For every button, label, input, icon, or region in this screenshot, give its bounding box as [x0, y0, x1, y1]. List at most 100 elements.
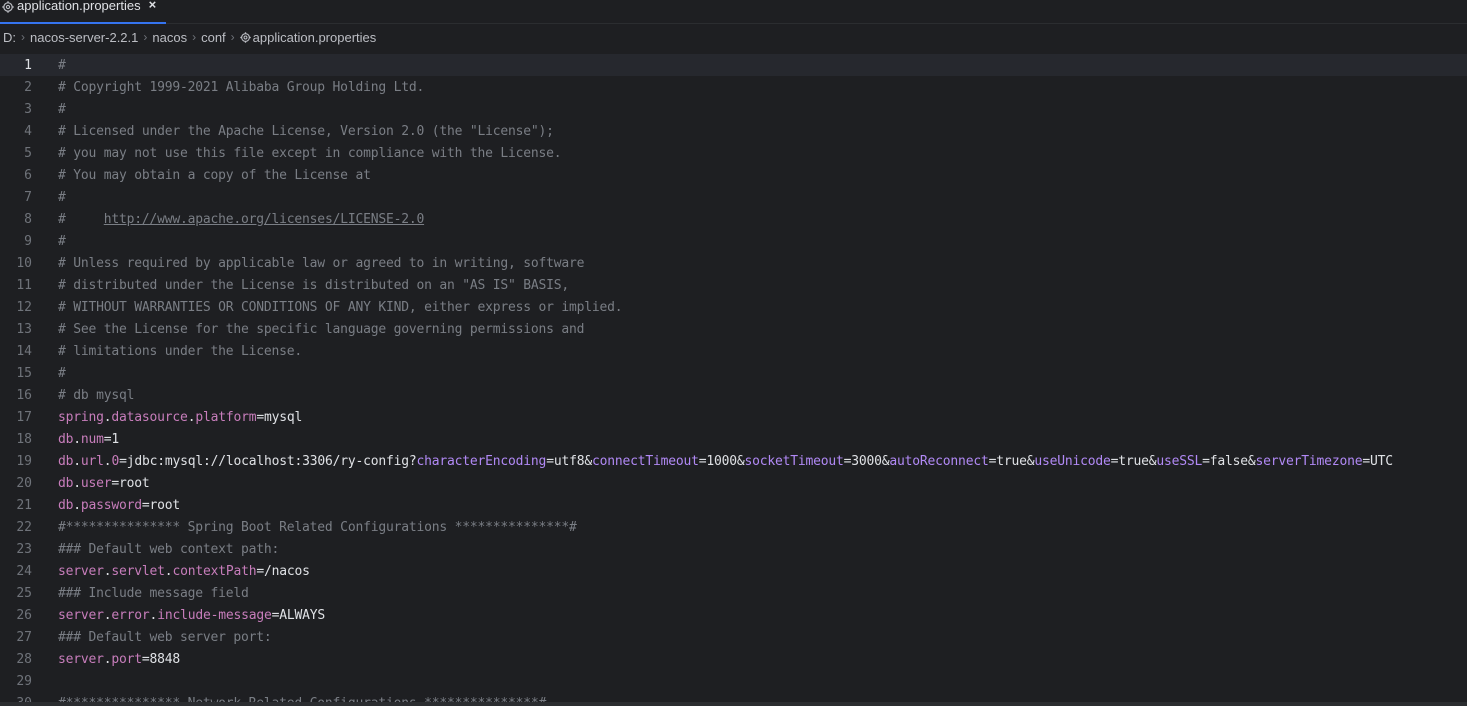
code-token: server: [58, 607, 104, 623]
line-content: # limitations under the License.: [58, 344, 302, 359]
code-token: ### Include message field: [58, 585, 249, 601]
line-content: server.servlet.contextPath=/nacos: [58, 564, 310, 579]
code-line[interactable]: 7 #: [0, 186, 1467, 208]
line-number: 9: [24, 233, 32, 249]
license-link[interactable]: http://www.apache.org/licenses/LICENSE-2…: [104, 212, 425, 227]
code-token: =1: [103, 431, 120, 447]
line-number: 16: [16, 387, 32, 403]
code-token: platform: [195, 409, 257, 425]
code-line[interactable]: 8 # http://www.apache.org/licenses/LICENS…: [0, 208, 1467, 230]
code-line[interactable]: 27 ### Default web server port:: [0, 626, 1467, 648]
code-token: # Unless required by applicable law or a…: [58, 255, 585, 271]
code-token: =mysql: [256, 409, 303, 425]
code-token: =true&: [988, 453, 1035, 469]
breadcrumb-item-file[interactable]: application.properties: [237, 30, 380, 45]
chevron-right-icon: ›: [230, 30, 235, 44]
line-number: 19: [16, 453, 32, 469]
line-number: 2: [24, 79, 32, 95]
code-token: =utf8&: [546, 453, 592, 469]
line-content: # WITHOUT WARRANTIES OR CONDITIONS OF AN…: [58, 300, 623, 315]
line-content: ### Default web server port:: [58, 630, 272, 645]
code-line[interactable]: 4 # Licensed under the Apache License, Ve…: [0, 120, 1467, 142]
code-line[interactable]: 24 server.servlet.contextPath=/nacos: [0, 560, 1467, 582]
code-token: # db mysql: [58, 387, 135, 403]
code-line[interactable]: 12 # WITHOUT WARRANTIES OR CONDITIONS OF …: [0, 296, 1467, 318]
line-content: db.num=1: [58, 432, 119, 447]
line-content: # you may not use this file except in co…: [58, 145, 562, 161]
line-number: 3: [24, 101, 32, 117]
code-line[interactable]: 17 spring.datasource.platform=mysql: [0, 406, 1467, 428]
code-line[interactable]: 5 # you may not use this file except in c…: [0, 142, 1467, 164]
code-line[interactable]: 11 # distributed under the License is dis…: [0, 274, 1467, 296]
code-line[interactable]: 21 db.password=root: [0, 494, 1467, 516]
code-line[interactable]: 9 #: [0, 230, 1467, 252]
code-token: db: [58, 475, 74, 491]
code-line[interactable]: 25 ### Include message field: [0, 582, 1467, 604]
code-line[interactable]: 15 #: [0, 362, 1467, 384]
line-number: 14: [16, 343, 32, 359]
code-line[interactable]: 18 db.num=1: [0, 428, 1467, 450]
code-token: =/nacos: [256, 563, 310, 579]
code-token: servlet: [111, 563, 165, 579]
code-line[interactable]: 28 server.port=8848: [0, 648, 1467, 670]
code-line[interactable]: 19 db.url.0=jdbc:mysql://localhost:3306/r…: [0, 450, 1467, 472]
code-line[interactable]: 1 #: [0, 54, 1467, 76]
code-token: # you may not use this file except in co…: [58, 145, 562, 161]
line-number: 21: [16, 497, 32, 513]
code-token: datasource: [111, 409, 188, 425]
code-token: include-message: [157, 607, 272, 623]
code-token: =3000&: [843, 453, 890, 469]
breadcrumb-item-conf[interactable]: conf: [198, 30, 229, 45]
tab-application-properties[interactable]: application.properties ×: [0, 0, 167, 24]
code-line[interactable]: 23 ### Default web context path:: [0, 538, 1467, 560]
line-content: # You may obtain a copy of the License a…: [58, 168, 371, 183]
code-token: =root: [141, 497, 181, 513]
line-number: 6: [24, 167, 32, 183]
code-token: user: [80, 475, 112, 491]
code-token: =1000&: [698, 453, 745, 469]
code-editor[interactable]: 1 # 2 # Copyright 1999-2021 Alibaba Group H…: [0, 54, 1467, 706]
code-token: socketTimeout: [744, 453, 844, 469]
line-content: # Licensed under the Apache License, Ver…: [58, 124, 554, 139]
code-token: db: [58, 431, 74, 447]
line-content: #: [58, 190, 66, 205]
close-icon[interactable]: ×: [149, 0, 157, 11]
code-token: db: [58, 453, 74, 469]
code-token: #: [58, 233, 66, 249]
code-line[interactable]: 22 #*************** Spring Boot Related C…: [0, 516, 1467, 538]
horizontal-scrollbar[interactable]: [0, 702, 1467, 706]
line-content: #: [58, 366, 66, 381]
line-content: #: [58, 58, 66, 73]
code-line[interactable]: 20 db.user=root: [0, 472, 1467, 494]
code-token: server: [58, 651, 104, 667]
code-line[interactable]: 6 # You may obtain a copy of the License …: [0, 164, 1467, 186]
chevron-right-icon: ›: [21, 30, 25, 44]
code-token: #: [58, 211, 104, 227]
code-token: =ALWAYS: [271, 607, 326, 623]
code-token: url: [80, 453, 104, 469]
code-token: # Copyright 1999-2021 Alibaba Group Hold…: [58, 79, 425, 95]
breadcrumb-item-drive[interactable]: D:: [0, 30, 19, 45]
chevron-right-icon: ›: [143, 30, 148, 44]
code-line[interactable]: 14 # limitations under the License.: [0, 340, 1467, 362]
line-number: 26: [16, 607, 32, 623]
breadcrumb-item-nacos-server[interactable]: nacos-server-2.2.1: [27, 30, 141, 45]
line-number: 25: [16, 585, 32, 601]
code-line[interactable]: 2 # Copyright 1999-2021 Alibaba Group Hol…: [0, 76, 1467, 98]
line-number: 28: [16, 651, 32, 667]
code-token: .: [73, 453, 81, 469]
code-line[interactable]: 29: [0, 670, 1467, 692]
code-line[interactable]: 26 server.error.include-message=ALWAYS: [0, 604, 1467, 626]
code-line[interactable]: 10 # Unless required by applicable law or…: [0, 252, 1467, 274]
code-line[interactable]: 3 #: [0, 98, 1467, 120]
breadcrumb-item-nacos[interactable]: nacos: [149, 30, 190, 45]
code-line[interactable]: 13 # See the License for the specific lan…: [0, 318, 1467, 340]
line-number: 17: [16, 409, 32, 425]
code-token: error: [111, 607, 150, 623]
code-token: #: [58, 57, 66, 73]
line-content: server.error.include-message=ALWAYS: [58, 608, 325, 623]
code-token: # See the License for the specific langu…: [58, 321, 585, 337]
code-token: =8848: [141, 651, 181, 667]
code-line[interactable]: 16 # db mysql: [0, 384, 1467, 406]
code-token: useSSL: [1156, 453, 1203, 469]
